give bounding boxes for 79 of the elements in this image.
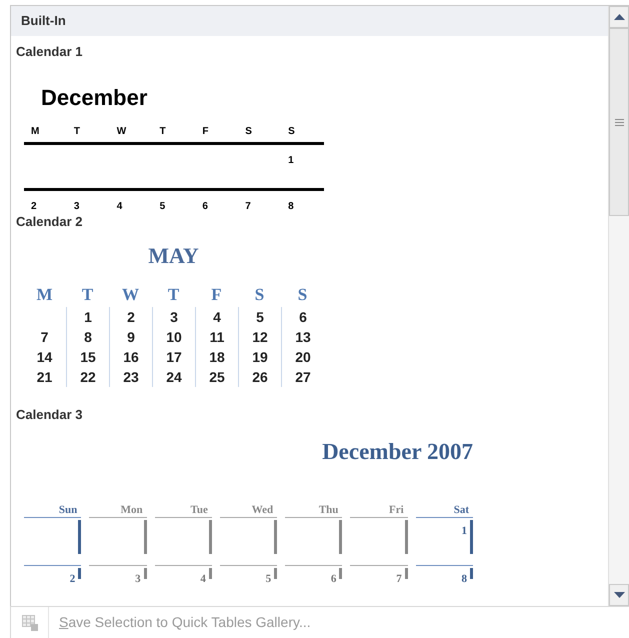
scroll-down-button[interactable] [609, 584, 629, 606]
day-number: 17 [166, 348, 182, 366]
weekday-label: M [31, 126, 40, 138]
day-number: 26 [252, 368, 268, 386]
down-arrow-icon [614, 592, 624, 598]
weekday-label: Thu [318, 503, 338, 517]
day-number: 13 [295, 328, 311, 346]
weekday-label: T [74, 126, 80, 138]
weekday-label: S [245, 126, 252, 138]
weekday-label: T [160, 126, 166, 138]
day-number: 12 [252, 328, 268, 346]
day-number: 6 [202, 201, 208, 212]
day-number: 8 [84, 328, 92, 346]
day-number: 3 [170, 308, 178, 326]
day-number: 5 [160, 201, 166, 212]
day-number: 2 [31, 201, 37, 212]
day-number: 9 [127, 328, 135, 346]
day-number: 3 [74, 201, 80, 212]
weekday-label: T [82, 285, 94, 305]
weekday-label: Tue [190, 503, 208, 517]
weekday-label: S [298, 285, 308, 305]
month-title: December 2007 [322, 438, 473, 466]
day-number: 18 [209, 348, 225, 366]
calendar-title: Calendar 2 [16, 214, 82, 229]
weekday-label: M [36, 285, 53, 305]
day-number: 7 [40, 328, 48, 346]
day-number: 22 [80, 368, 96, 386]
day-number: 21 [36, 368, 52, 386]
up-arrow-icon [614, 14, 624, 20]
day-number: 6 [299, 308, 307, 326]
day-number: 2 [70, 573, 76, 585]
day-number: 24 [166, 368, 182, 386]
scroll-up-button[interactable] [609, 6, 629, 28]
grip-icon [614, 118, 624, 126]
weekday-label: Fri [389, 503, 404, 517]
scroll-thumb[interactable] [609, 28, 629, 216]
month-title: MAY [148, 242, 199, 270]
weekday-label: S [288, 126, 295, 138]
weekday-label: Sun [58, 503, 78, 517]
day-number: 6 [330, 573, 336, 585]
gallery-header: Built-In [11, 6, 608, 36]
day-number: 1 [461, 525, 467, 537]
weekday-label: Mon [120, 503, 143, 517]
day-number: 20 [295, 348, 311, 366]
day-number: 4 [116, 201, 122, 212]
weekday-label: S [254, 285, 264, 305]
weekday-label: W [122, 285, 139, 305]
day-number: 7 [245, 201, 251, 212]
day-number: 8 [288, 201, 294, 212]
day-number: 11 [210, 328, 224, 346]
day-number: 14 [36, 348, 52, 366]
weekday-label: F [211, 285, 222, 305]
month-title: December [40, 84, 148, 112]
weekday-label: F [202, 126, 209, 138]
day-number: 16 [123, 348, 139, 366]
scrollbar[interactable] [608, 6, 629, 606]
weekday-label: T [168, 285, 180, 305]
day-number: 27 [295, 368, 311, 386]
day-number: 2 [127, 308, 135, 326]
calendar-title: Calendar 1 [16, 44, 82, 59]
weekday-label: Sat [454, 503, 469, 517]
day-number: 5 [266, 573, 272, 585]
day-number: 7 [396, 573, 402, 585]
table-icon [22, 614, 38, 630]
weekday-label: W [116, 126, 126, 138]
day-number: 19 [252, 348, 268, 366]
day-number: 23 [123, 368, 139, 386]
day-number: 4 [200, 573, 206, 585]
day-number: 10 [166, 328, 182, 346]
day-number: 3 [135, 573, 141, 585]
day-number: 4 [213, 308, 221, 326]
day-number: 5 [256, 308, 264, 326]
weekday-label: Wed [252, 503, 274, 517]
day-number: 1 [288, 155, 294, 166]
day-number: 25 [209, 368, 225, 386]
day-number: 1 [84, 308, 92, 326]
calendar-title: Calendar 3 [16, 407, 82, 422]
day-number: 15 [80, 348, 96, 366]
day-number: 8 [461, 573, 467, 585]
